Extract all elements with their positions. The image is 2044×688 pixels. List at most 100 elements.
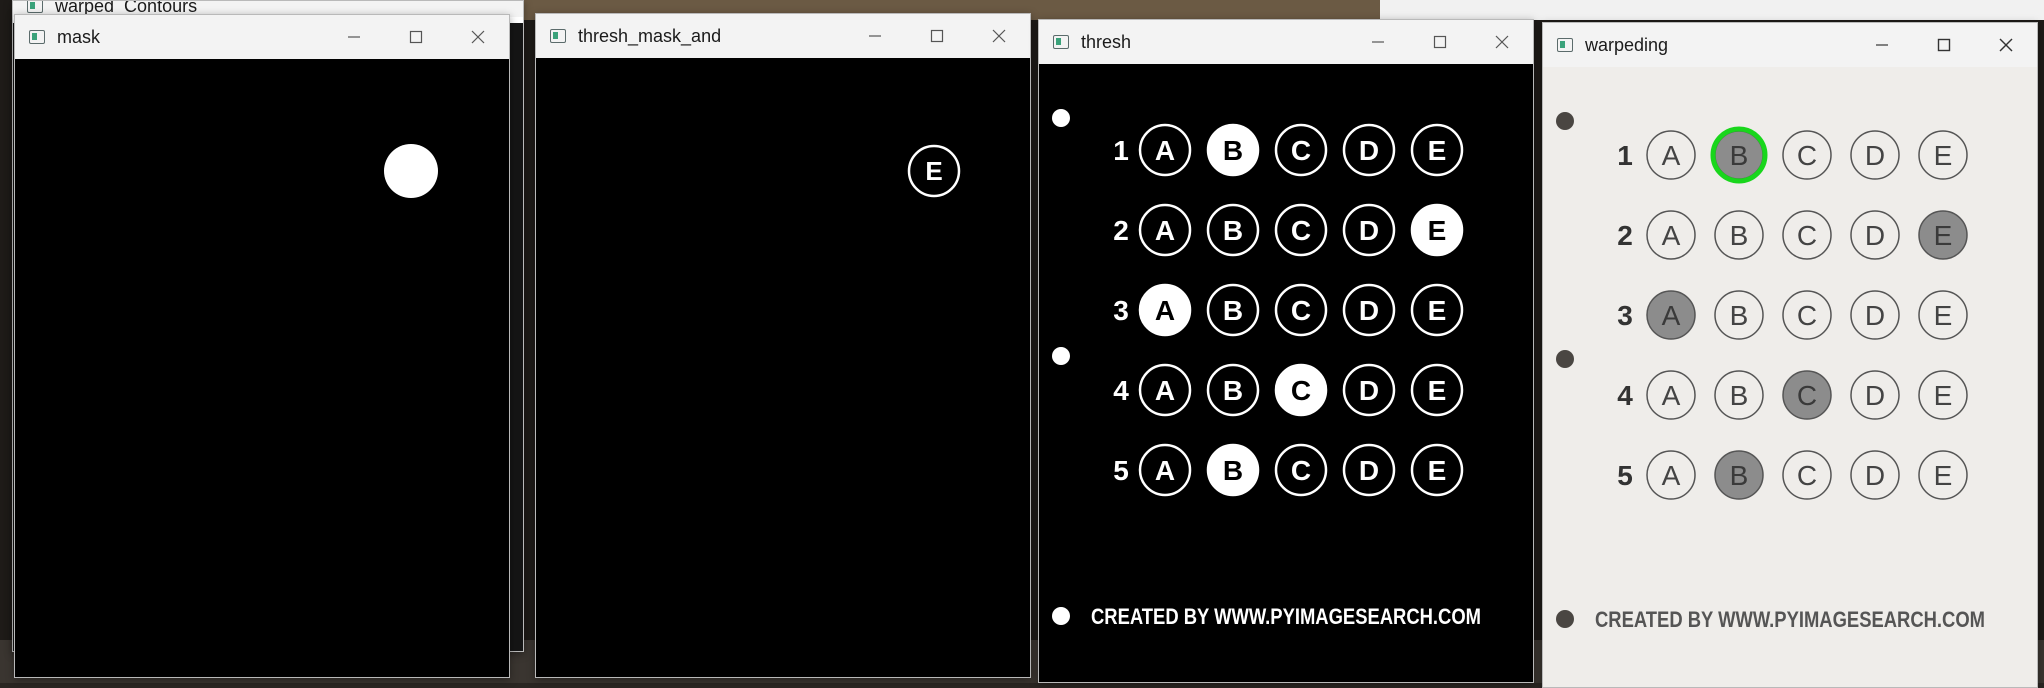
footer-credit: CREATED BY WWW.PYIMAGESEARCH.COM (1595, 607, 1985, 632)
punch-hole (1556, 610, 1574, 628)
close-button[interactable] (1471, 20, 1533, 64)
bubble-letter: C (1291, 295, 1311, 326)
question-number: 1 (1617, 140, 1633, 171)
bubble-letter: B (1730, 140, 1749, 171)
bubble-letter: B (1223, 375, 1243, 406)
titlebar[interactable]: mask (15, 15, 509, 59)
bubble-letter: C (1291, 215, 1311, 246)
question-number: 1 (1113, 135, 1129, 166)
window-title: thresh (1081, 31, 1132, 52)
bubble-letter: D (1865, 380, 1885, 411)
minimize-icon (1876, 44, 1888, 46)
question-number: 5 (1617, 460, 1633, 491)
maximize-button[interactable] (1409, 20, 1471, 64)
app-icon (550, 29, 566, 43)
minimize-button[interactable] (1851, 23, 1913, 67)
bubble-letter: A (1155, 215, 1175, 246)
bubble-letter: E (1934, 220, 1953, 251)
titlebar[interactable]: warpeding (1543, 23, 2037, 67)
close-icon (992, 29, 1006, 43)
window-mask[interactable]: mask (14, 14, 510, 678)
bubble-letter: D (1865, 140, 1885, 171)
minimize-icon (1372, 41, 1384, 43)
bubble-letter: D (1865, 220, 1885, 251)
bubble-letter: C (1797, 380, 1817, 411)
punch-hole (1052, 109, 1070, 127)
minimize-button[interactable] (1347, 20, 1409, 64)
maximize-button[interactable] (385, 15, 447, 59)
app-icon (1557, 38, 1573, 52)
mask-blob (384, 144, 438, 198)
titlebar[interactable]: thresh (1039, 20, 1533, 64)
minimize-icon (869, 35, 881, 37)
bubble-letter: A (1662, 380, 1681, 411)
bubble-letter: C (1797, 300, 1817, 331)
bubble-letter: A (1155, 135, 1175, 166)
bubble-letter: E (1934, 460, 1953, 491)
question-number: 3 (1113, 295, 1129, 326)
bubble-letter: E (1428, 135, 1447, 166)
window-warpeding[interactable]: warpeding 1ABCDE2ABCDE3ABCDE4ABCDE5ABCDE… (1542, 22, 2038, 688)
bubble-letter: D (1865, 300, 1885, 331)
bubble-letter: D (1359, 455, 1379, 486)
maximize-button[interactable] (906, 14, 968, 58)
bubble-letter: C (1291, 375, 1311, 406)
question-number: 5 (1113, 455, 1129, 486)
question-number: 4 (1617, 380, 1633, 411)
close-button[interactable] (1975, 23, 2037, 67)
bubble-letter: D (1359, 135, 1379, 166)
image-canvas: E (536, 58, 1030, 677)
bubble-letter: A (1662, 220, 1681, 251)
question-number: 4 (1113, 375, 1129, 406)
close-icon (1999, 38, 2013, 52)
window-thresh-mask-and[interactable]: thresh_mask_and E (535, 13, 1031, 678)
bubble-letter: D (1865, 460, 1885, 491)
bubble-letter: B (1730, 220, 1749, 251)
bubble-letter: A (1155, 455, 1175, 486)
bubble-letter: B (1730, 300, 1749, 331)
bubble-letter: C (1797, 140, 1817, 171)
bubble-letter: A (1662, 300, 1681, 331)
bubble-letter: E (1934, 380, 1953, 411)
minimize-button[interactable] (323, 15, 385, 59)
image-canvas: 1 A B C D E 2 A B C D E 3 A B C D E 4 A B C D E 5 A B C D E CREATED BY… (1039, 64, 1533, 682)
close-icon (1495, 35, 1509, 49)
bubble-letter: B (1730, 380, 1749, 411)
close-button[interactable] (968, 14, 1030, 58)
bubble-letter: B (1223, 455, 1243, 486)
minimize-button[interactable] (844, 14, 906, 58)
window-title: thresh_mask_and (578, 25, 722, 46)
bubble-letter: C (1797, 220, 1817, 251)
question-number: 3 (1617, 300, 1633, 331)
bubble-letter: B (1223, 135, 1243, 166)
window-thresh[interactable]: thresh 1 A B C D E 2 A B C D E 3 A B C D E 4 A B C D E 5 A B C D E CRE… (1038, 19, 1534, 683)
bubble-letter: C (1291, 135, 1311, 166)
titlebar[interactable]: thresh_mask_and (536, 14, 1030, 58)
bubble-letter: E (925, 156, 942, 186)
punch-hole (1052, 347, 1070, 365)
minimize-icon (348, 36, 360, 38)
background-light (1380, 0, 2044, 20)
bubble-letter: E (1428, 375, 1447, 406)
maximize-icon (409, 30, 423, 44)
maximize-icon (1433, 35, 1447, 49)
window-title: mask (57, 26, 101, 47)
image-canvas (15, 59, 509, 677)
punch-hole (1052, 607, 1070, 625)
bubble-letter: A (1155, 375, 1175, 406)
maximize-button[interactable] (1913, 23, 1975, 67)
bubble-letter: E (1934, 140, 1953, 171)
maximize-icon (930, 29, 944, 43)
punch-hole (1556, 112, 1574, 130)
window-title: warpeding (1585, 34, 1669, 55)
maximize-icon (1937, 38, 1951, 52)
bubble-letter: D (1359, 215, 1379, 246)
close-button[interactable] (447, 15, 509, 59)
bubble-letter: B (1223, 295, 1243, 326)
bubble-letter: A (1662, 140, 1681, 171)
image-canvas: 1 A B C D E 2 A B C D E 3 A B C D E 4 A B C D E 5 A B C D E CREATED BY… (1543, 67, 2037, 687)
question-number: 2 (1113, 215, 1129, 246)
bubble-letter: D (1359, 375, 1379, 406)
app-icon (1053, 35, 1069, 49)
bubble-letter: E (1428, 215, 1447, 246)
